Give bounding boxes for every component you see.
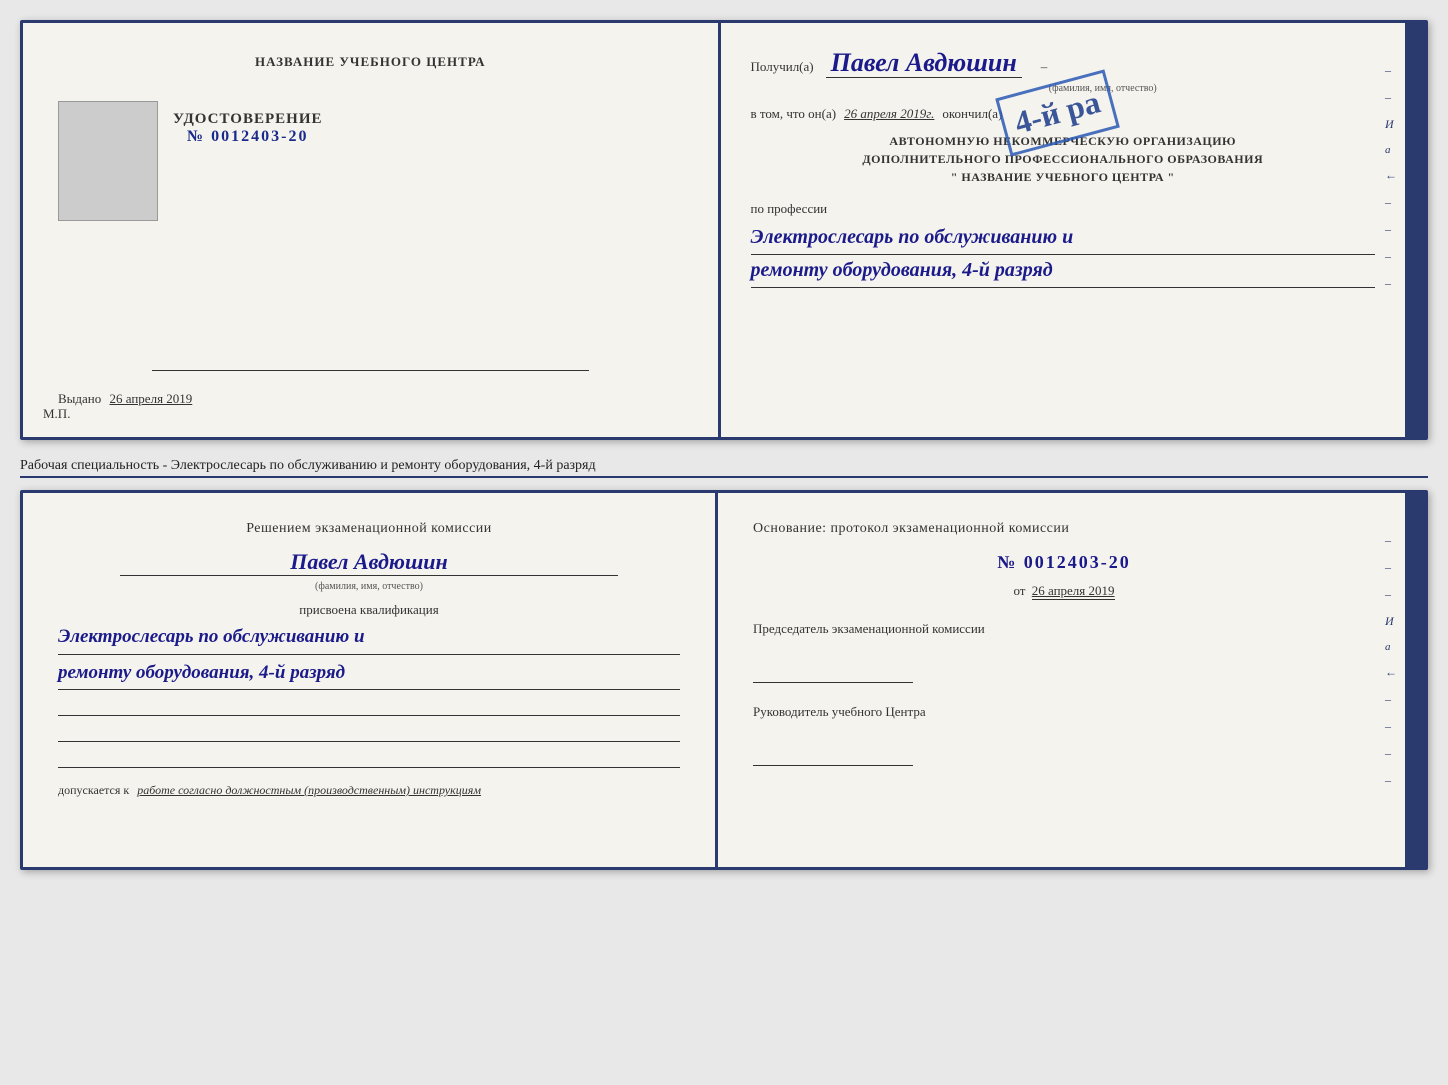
- qualification-line1: Электрослесарь по обслуживанию и: [58, 623, 680, 655]
- chairman-label: Председатель экзаменационной комиссии: [753, 620, 1375, 638]
- cert-label: УДОСТОВЕРЕНИЕ: [173, 111, 323, 128]
- top-booklet-left: НАЗВАНИЕ УЧЕБНОГО ЦЕНТРА УДОСТОВЕРЕНИЕ №…: [23, 23, 721, 437]
- bottom-booklet-right: Основание: протокол экзаменационной коми…: [718, 493, 1425, 867]
- right-edge-labels-bottom: – – – И а ← – – – –: [1385, 533, 1397, 788]
- blank-line-1: [58, 696, 680, 716]
- bottom-booklet: Решением экзаменационной комиссии Павел …: [20, 490, 1428, 870]
- issued-label: Выдано: [58, 391, 101, 406]
- cert-title: УДОСТОВЕРЕНИЕ № 0012403-20: [173, 111, 323, 146]
- recipient-name: Павел Авдюшин: [826, 48, 1022, 78]
- допускается-label: допускается к: [58, 783, 129, 797]
- org-line2: ДОПОЛНИТЕЛЬНОГО ПРОФЕССИОНАЛЬНОГО ОБРАЗО…: [751, 150, 1376, 168]
- profession-section: по профессии Электрослесарь по обслужива…: [751, 201, 1376, 288]
- chairman-section: Председатель экзаменационной комиссии: [753, 620, 1375, 683]
- middle-caption: Рабочая специальность - Электрослесарь п…: [20, 452, 1428, 478]
- completed-label: окончил(а): [942, 106, 1002, 122]
- blank-line-2: [58, 722, 680, 742]
- cert-number: № 0012403-20: [173, 128, 323, 146]
- org-lines: АВТОНОМНУЮ НЕКОММЕРЧЕСКУЮ ОРГАНИЗАЦИЮ ДО…: [751, 132, 1376, 186]
- mp-label: М.П.: [43, 406, 70, 422]
- date-from: от 26 апреля 2019: [753, 583, 1375, 600]
- osnovaniye-title: Основание: протокол экзаменационной коми…: [753, 521, 1375, 537]
- chairman-signature-line: [753, 658, 913, 683]
- top-booklet-right: Получил(а) Павел Авдюшин – (фамилия, имя…: [721, 23, 1426, 437]
- profession-line1: Электрослесарь по обслуживанию и: [751, 222, 1376, 255]
- completion-line: в том, что он(а) 26 апреля 2019г. окончи…: [751, 106, 1376, 122]
- profession-label: по профессии: [751, 201, 1376, 217]
- right-border-bar-bottom: [1405, 493, 1425, 867]
- blank-line-3: [58, 748, 680, 768]
- qualification-line2: ремонту оборудования, 4-й разряд: [58, 659, 680, 691]
- director-label: Руководитель учебного Центра: [753, 703, 1375, 721]
- name-subtitle-top: (фамилия, имя, отчество): [1049, 83, 1157, 94]
- right-border-bar: [1405, 23, 1425, 437]
- director-section: Руководитель учебного Центра: [753, 703, 1375, 766]
- commission-title: Решением экзаменационной комиссии: [58, 521, 680, 537]
- completion-date: 26 апреля 2019г.: [844, 106, 934, 122]
- org-name-top: НАЗВАНИЕ УЧЕБНОГО ЦЕНТРА: [58, 53, 683, 71]
- photo-placeholder: [58, 101, 158, 221]
- допускается-section: допускается к работе согласно должностны…: [58, 783, 680, 798]
- date-from-label: от: [1013, 583, 1025, 598]
- допускается-value: работе согласно должностным (производств…: [137, 783, 481, 797]
- received-label: Получил(а): [751, 59, 814, 74]
- issued-date-left: Выдано 26 апреля 2019: [58, 391, 683, 407]
- person-name-bottom: Павел Авдюшин: [120, 549, 618, 576]
- org-line1: АВТОНОМНУЮ НЕКОММЕРЧЕСКУЮ ОРГАНИЗАЦИЮ: [751, 132, 1376, 150]
- issued-date: 26 апреля 2019: [110, 391, 193, 406]
- in-that-label: в том, что он(а): [751, 106, 837, 122]
- profession-line2: ремонту оборудования, 4-й разряд: [751, 255, 1376, 288]
- bottom-booklet-left: Решением экзаменационной комиссии Павел …: [23, 493, 718, 867]
- top-booklet: НАЗВАНИЕ УЧЕБНОГО ЦЕНТРА УДОСТОВЕРЕНИЕ №…: [20, 20, 1428, 440]
- date-from-value: 26 апреля 2019: [1032, 583, 1115, 600]
- director-signature-line: [753, 741, 913, 766]
- org-line3: " НАЗВАНИЕ УЧЕБНОГО ЦЕНТРА ": [751, 168, 1376, 186]
- qualification-label: присвоена квалификация: [58, 602, 680, 618]
- right-edge-labels: – – И а ← – – – –: [1385, 63, 1397, 291]
- name-subtitle-bottom: (фамилия, имя, отчество): [315, 581, 423, 592]
- protocol-number: № 0012403-20: [753, 552, 1375, 573]
